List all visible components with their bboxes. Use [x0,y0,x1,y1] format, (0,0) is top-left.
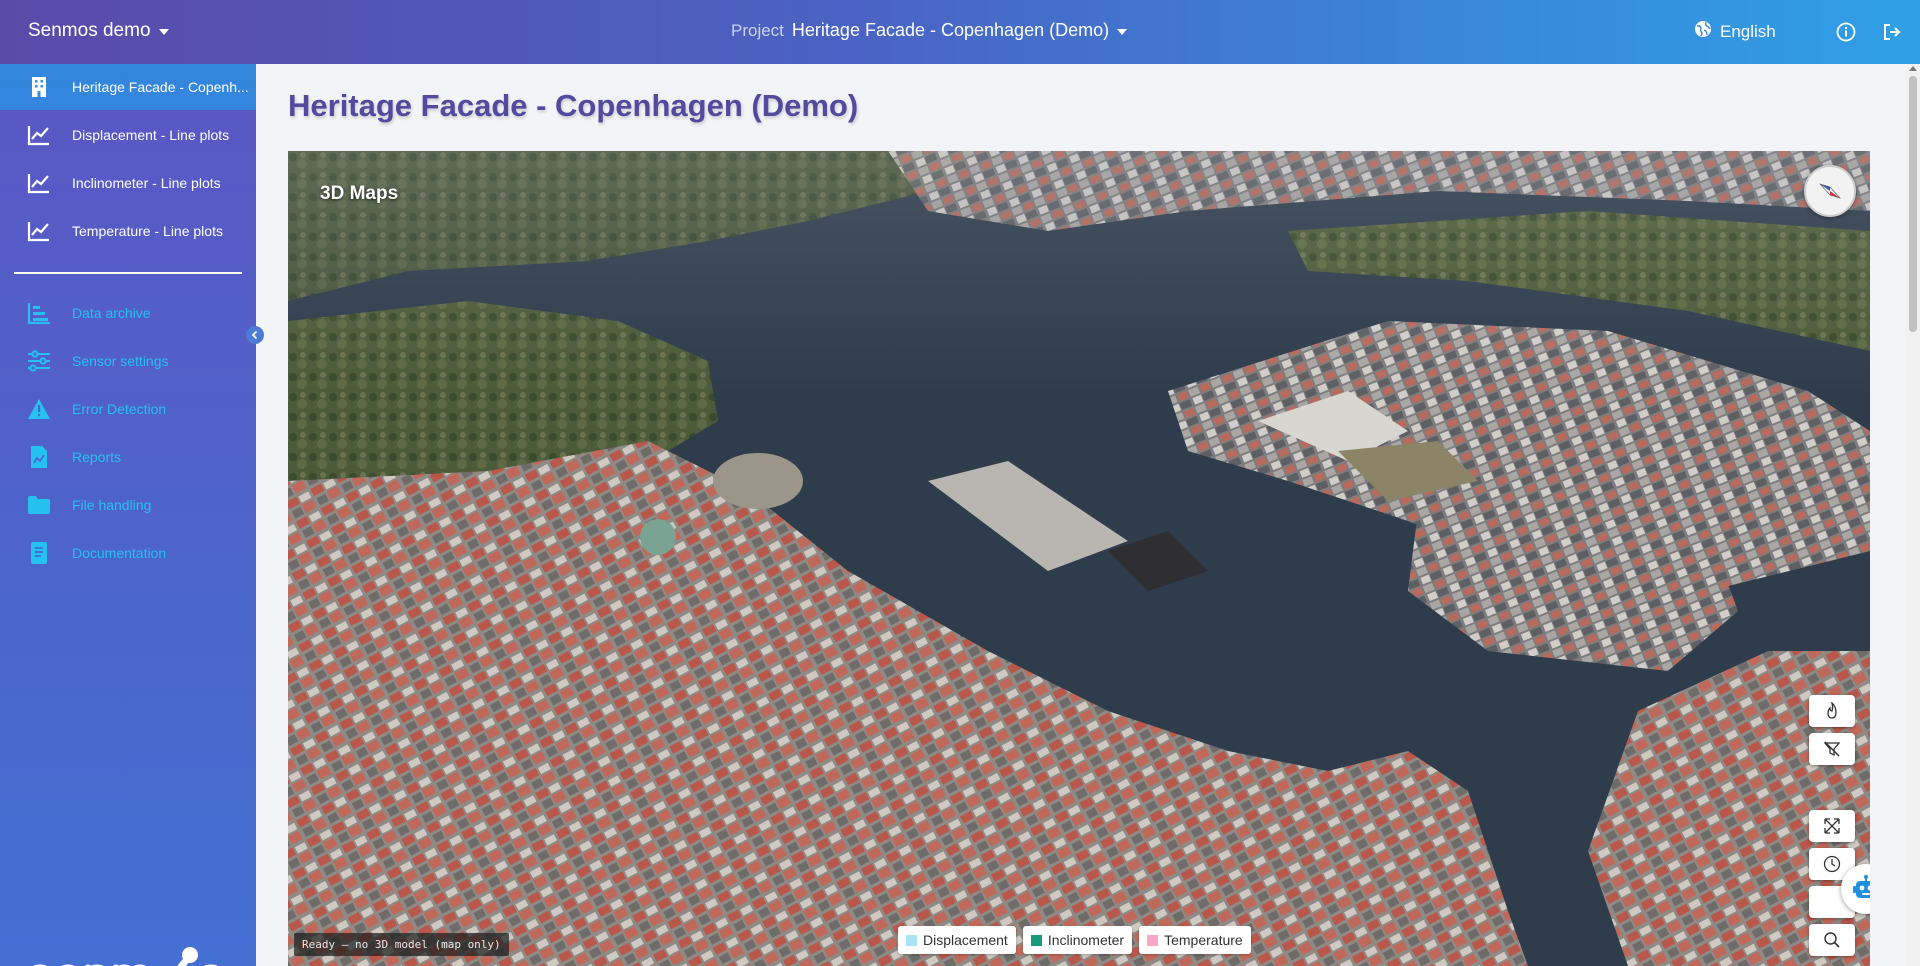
sidebar-item-label: File handling [72,497,152,513]
line-chart-icon [26,170,52,196]
report-icon [26,444,52,470]
fullscreen-button[interactable] [1809,810,1855,842]
sidebar-item-label: Error Detection [72,401,167,417]
sidebar-item-displacement[interactable]: Displacement - Line plots [0,112,256,158]
legend-swatch [1030,934,1042,946]
page-scrollbar[interactable] [1906,64,1920,966]
org-name: Senmos demo [28,20,151,41]
compass-icon [1819,183,1841,199]
building-icon [26,74,52,100]
map-3d-viewer[interactable]: 3D Maps Ready — no 3D model (map only) D… [288,151,1870,966]
info-icon[interactable] [1834,20,1858,44]
sidebar-item-label: Documentation [72,545,167,561]
legend-item-displacement[interactable]: Displacement [898,926,1016,954]
sidebar-item-label: Temperature - Line plots [72,223,223,239]
map-legend: Displacement Inclinometer Temperature [898,926,1251,954]
sidebar-item-heritage-facade[interactable]: Heritage Facade - Copenh... [0,64,256,110]
bar-chart-icon [26,300,52,326]
sidebar-item-label: Reports [72,449,122,465]
filter-off-icon [1823,741,1841,757]
legend-label: Temperature [1164,932,1243,948]
compass-button[interactable] [1804,165,1856,217]
fire-button[interactable] [1809,695,1855,727]
line-chart-icon [26,218,52,244]
sidebar-item-file-handling[interactable]: File handling [0,482,256,528]
fullscreen-icon [1824,818,1840,834]
sidebar-item-documentation[interactable]: Documentation [0,530,256,576]
folder-icon [26,492,52,518]
page-title: Heritage Facade - Copenhagen (Demo) [288,88,859,123]
sidebar-item-label: Displacement - Line plots [72,127,230,143]
sidebar-item-temperature[interactable]: Temperature - Line plots [0,208,256,254]
document-icon [26,540,52,566]
sidebar-item-label: Inclinometer - Line plots [72,175,221,191]
project-selector[interactable]: Project Heritage Facade - Copenhagen (De… [731,20,1128,41]
legend-item-inclinometer[interactable]: Inclinometer [1022,926,1133,954]
search-icon [1824,932,1840,948]
sidebar: Heritage Facade - Copenh... Displacement… [0,64,264,966]
sidebar-item-error-detection[interactable]: Error Detection [0,386,256,432]
globe-icon [1694,20,1712,43]
project-name: Heritage Facade - Copenhagen (Demo) [791,20,1110,40]
logout-icon[interactable] [1880,20,1904,44]
map-title: 3D Maps [320,183,399,204]
legend-label: Displacement [923,932,1008,948]
warning-icon [26,396,52,422]
sidebar-item-label: Sensor settings [72,353,169,369]
sidebar-item-label: Heritage Facade - Copenh... [72,79,249,95]
filter-off-button[interactable] [1809,733,1855,765]
sidebar-item-label: Data archive [72,305,151,321]
clock-icon [1823,855,1841,873]
sidebar-divider [14,272,242,274]
legend-item-temperature[interactable]: Temperature [1139,926,1251,954]
language-label: English [1720,21,1776,41]
chevron-down-icon [1117,28,1128,35]
legend-swatch [1147,934,1159,946]
org-selector[interactable]: Senmos demo [28,20,169,42]
robot-icon [1853,875,1870,898]
sliders-icon [26,348,52,374]
fire-icon [1827,702,1837,719]
sidebar-item-reports[interactable]: Reports [0,434,256,480]
sidebar-item-inclinometer[interactable]: Inclinometer - Line plots [0,160,256,206]
chevron-down-icon [158,29,169,35]
sidebar-item-data-archive[interactable]: Data archive [0,290,256,336]
legend-label: Inclinometer [1047,932,1125,948]
scroll-up-icon[interactable] [1909,66,1917,71]
top-bar: Senmos demo Project Heritage Facade - Co… [0,0,1920,64]
map-satellite-imagery[interactable] [288,151,1870,966]
line-chart-icon [26,122,52,148]
scrollbar-thumb[interactable] [1909,76,1917,332]
map-status-text: Ready — no 3D model (map only) [294,933,509,956]
senmos-logo [26,944,231,966]
search-button[interactable] [1809,924,1855,956]
project-label: Project [731,20,784,40]
legend-swatch [906,934,917,946]
language-selector[interactable]: English [1694,20,1776,43]
sidebar-item-sensor-settings[interactable]: Sensor settings [0,338,256,384]
